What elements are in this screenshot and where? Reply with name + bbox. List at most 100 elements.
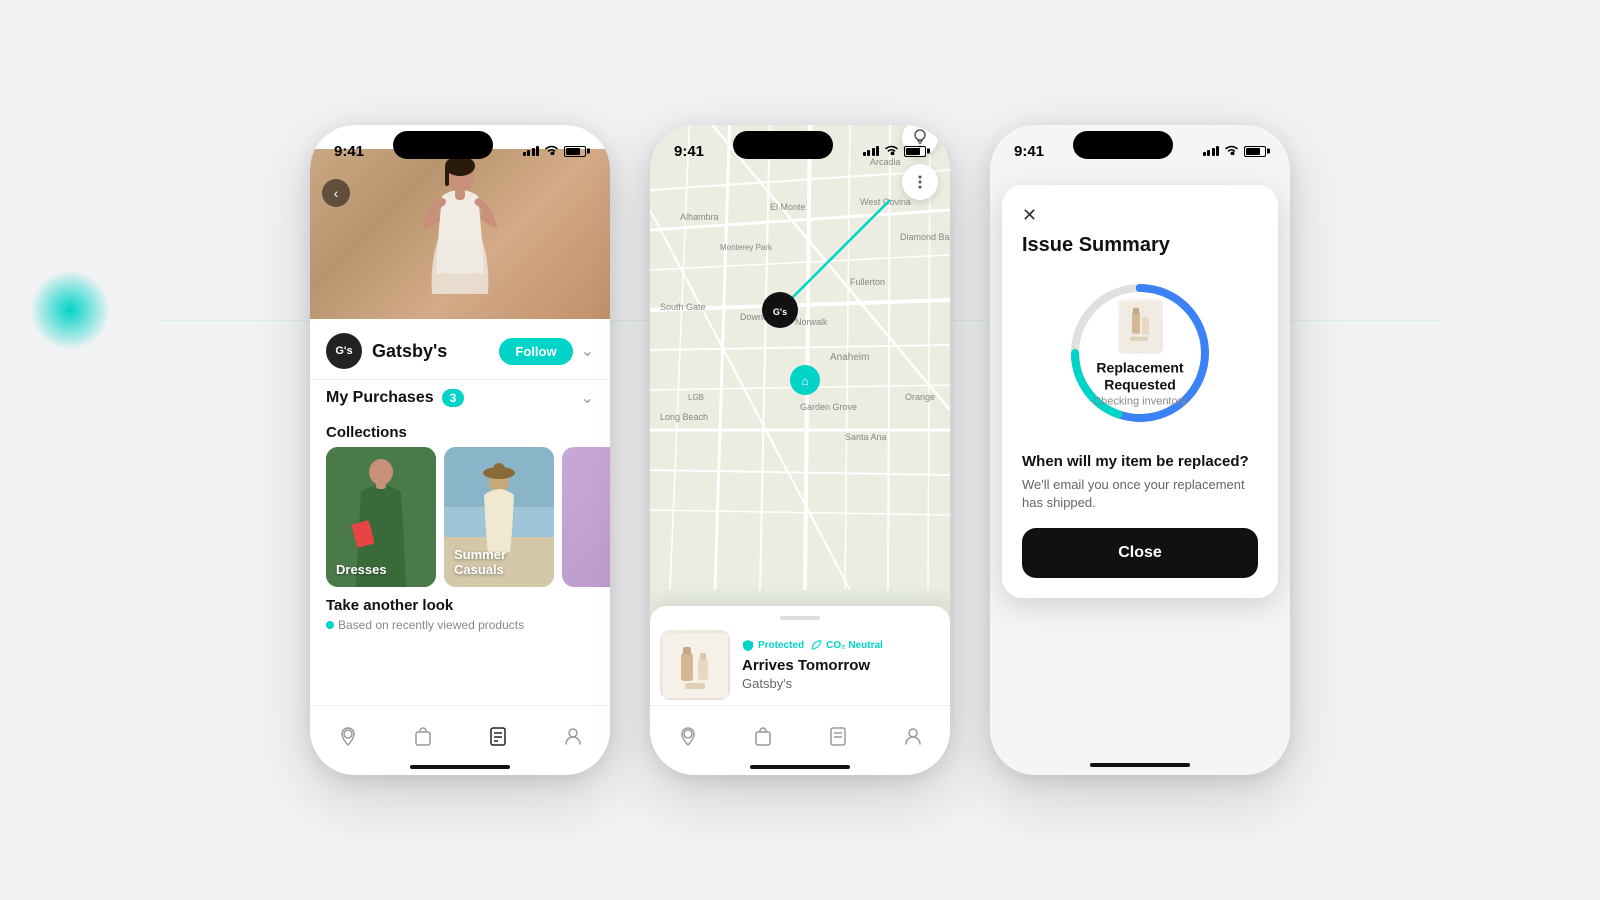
dresses-label: Dresses <box>336 562 387 577</box>
svg-text:Anaheim: Anaheim <box>830 352 869 363</box>
location-icon-2 <box>677 725 699 747</box>
faq-answer: We'll email you once your replacement ha… <box>1022 476 1258 512</box>
take-another-label: Take another look <box>310 587 610 618</box>
take-another-sub: Based on recently viewed products <box>310 618 610 632</box>
brand-avatar: G's <box>326 333 362 369</box>
svg-text:Diamond Bar: Diamond Bar <box>900 232 950 242</box>
svg-text:Fullerton: Fullerton <box>850 277 885 287</box>
purchases-badge: 3 <box>442 389 465 407</box>
follow-button[interactable]: Follow <box>499 338 572 365</box>
close-x-button[interactable]: ✕ <box>1022 205 1258 226</box>
dynamic-island-2 <box>733 131 833 159</box>
map-area: Pasadena Arcadia Alhambra El Monte West … <box>650 125 950 590</box>
status-icons-2 <box>863 144 927 158</box>
bottom-nav-2 <box>650 705 950 775</box>
hero-image: ‹ <box>310 149 610 319</box>
dynamic-island-1 <box>393 131 493 159</box>
collection-summer[interactable]: Summer Casuals <box>444 447 554 587</box>
shield-badge-icon <box>742 639 754 651</box>
ring-sub-text: Checking inventory <box>1085 395 1195 407</box>
signal-bars-2 <box>863 146 880 156</box>
home-indicator-3 <box>1090 763 1190 767</box>
wifi-icon-1 <box>544 144 559 158</box>
protected-badge: Protected <box>742 639 804 651</box>
leaf-icon <box>810 639 822 651</box>
nav-bag-1[interactable] <box>412 725 434 747</box>
product-ring-image <box>1120 301 1160 351</box>
svg-text:Santa Ana: Santa Ana <box>845 432 887 442</box>
bag-icon <box>412 725 434 747</box>
product-thumbnail <box>1118 299 1163 354</box>
orders-icon-2 <box>827 725 849 747</box>
svg-text:Long Beach: Long Beach <box>660 412 708 422</box>
signal-bars-3 <box>1203 146 1220 156</box>
modal-title: Issue Summary <box>1022 234 1258 257</box>
status-bar-3: 9:41 <box>990 125 1290 169</box>
nav-track-1[interactable] <box>337 725 359 747</box>
nav-profile-2[interactable] <box>902 725 924 747</box>
back-button[interactable]: ‹ <box>322 179 350 207</box>
battery-icon-3 <box>1244 146 1266 157</box>
nav-orders-1[interactable] <box>487 725 509 747</box>
svg-text:G's: G's <box>773 307 787 317</box>
brand-row: G's Gatsby's Follow ⌄ <box>310 323 610 379</box>
package-content: Protected CO₂ Neutral Arrives Tomorrow G… <box>660 630 940 700</box>
brand-name: Gatsby's <box>372 341 447 362</box>
profile-icon <box>562 725 584 747</box>
collection-dresses[interactable]: Dresses <box>326 447 436 587</box>
bottom-nav-1 <box>310 705 610 775</box>
nav-profile-1[interactable] <box>562 725 584 747</box>
issue-modal: ✕ Issue Summary <box>1002 185 1278 598</box>
svg-text:Garden Grove: Garden Grove <box>800 402 857 412</box>
svg-text:LGB: LGB <box>688 393 704 402</box>
bag-icon-2 <box>752 725 774 747</box>
purchases-row[interactable]: My Purchases 3 ⌄ <box>310 379 610 416</box>
progress-ring-section: Replacement Requested Checking inventory <box>1022 273 1258 433</box>
ring-wrapper: Replacement Requested Checking inventory <box>1060 273 1220 433</box>
hero-person <box>400 154 520 319</box>
collection-extra[interactable] <box>562 447 610 587</box>
co2-badge: CO₂ Neutral <box>810 639 883 651</box>
svg-text:Monterey Park: Monterey Park <box>720 243 773 252</box>
status-icons-3 <box>1203 144 1267 158</box>
battery-icon-1 <box>564 146 586 157</box>
purchases-chevron[interactable]: ⌄ <box>581 388 594 408</box>
profile-icon-2 <box>902 725 924 747</box>
phone-2: 9:41 <box>650 125 950 775</box>
nav-orders-2[interactable] <box>827 725 849 747</box>
collections-label: Collections <box>310 416 610 447</box>
battery-icon-2 <box>904 146 926 157</box>
dynamic-island-3 <box>1073 131 1173 159</box>
wifi-icon-3 <box>1224 144 1239 158</box>
chevron-down-icon[interactable]: ⌄ <box>581 341 594 361</box>
location-icon <box>337 725 359 747</box>
home-indicator-2b <box>750 765 850 769</box>
signal-bars-1 <box>523 146 540 156</box>
package-details: Protected CO₂ Neutral Arrives Tomorrow G… <box>742 639 940 691</box>
phone-1: 9:41 ‹ <box>310 125 610 775</box>
nav-bag-2[interactable] <box>752 725 774 747</box>
arrives-label: Arrives Tomorrow <box>742 657 940 674</box>
orders-icon <box>487 725 509 747</box>
teal-dot-icon <box>326 621 334 629</box>
summer-label: Summer Casuals <box>454 547 554 577</box>
purchases-label: My Purchases <box>326 389 434 407</box>
svg-text:El Monte: El Monte <box>770 202 806 212</box>
svg-text:South Gate: South Gate <box>660 302 706 312</box>
status-time-2: 9:41 <box>674 143 704 160</box>
more-button[interactable] <box>902 164 938 200</box>
close-button[interactable]: Close <box>1022 528 1258 578</box>
ring-status-text: Replacement Requested <box>1085 360 1195 394</box>
status-time-1: 9:41 <box>334 143 364 160</box>
svg-text:Orange: Orange <box>905 392 935 402</box>
faq-question: When will my item be replaced? <box>1022 453 1258 470</box>
bg-decoration-left <box>30 270 110 350</box>
status-time-3: 9:41 <box>1014 143 1044 160</box>
product-cosmetic-image <box>663 633 728 698</box>
faq-section: When will my item be replaced? We'll ema… <box>1022 453 1258 512</box>
package-card: Protected CO₂ Neutral Arrives Tomorrow G… <box>650 606 950 710</box>
package-image <box>660 630 730 700</box>
nav-track-2[interactable] <box>677 725 699 747</box>
collections-row: Dresses Summer Casuals <box>310 447 610 587</box>
status-icons-1 <box>523 144 587 158</box>
